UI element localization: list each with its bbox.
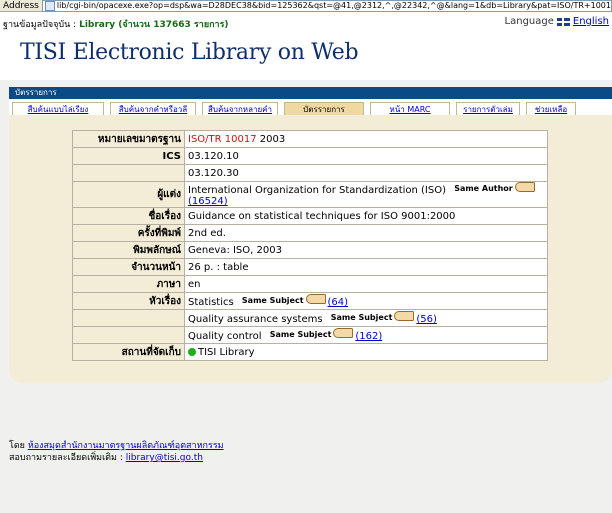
green-dot-icon — [188, 347, 196, 356]
edition-value: 2nd ed. — [185, 225, 547, 241]
address-url[interactable]: lib/cgi-bin/opacexe.exe?op=dsp&wa=D28DEC… — [57, 1, 611, 10]
current-database: ฐานข้อมูลปัจจุบัน : Library (จำนวน 13766… — [3, 17, 229, 31]
pointing-hand-icon[interactable] — [394, 311, 415, 321]
subject-text: Quality assurance systems — [188, 314, 323, 325]
address-label: Address — [3, 0, 39, 11]
publication-label: พิมพลักษณ์ — [73, 242, 184, 258]
language-label: Language — [504, 16, 554, 27]
author-count-link[interactable]: (16524) — [188, 196, 228, 207]
publication-value: Geneva: ISO, 2003 — [185, 242, 547, 258]
ics-value-2: 03.120.30 — [185, 165, 547, 181]
language-value: en — [185, 276, 547, 292]
location-label: สถานที่จัดเก็บ — [73, 344, 184, 360]
tab-marc[interactable]: หน้า MARC — [370, 102, 450, 115]
footer-by-prefix: โดย — [9, 441, 25, 451]
subject-count-link[interactable]: (64) — [328, 297, 349, 308]
address-bar: Address lib/cgi-bin/opacexe.exe?op=dsp&w… — [0, 0, 612, 12]
std-iso: ISO — [188, 133, 206, 145]
ics-value-1: 03.120.10 — [185, 148, 547, 164]
same-subject-button[interactable]: Same Subject — [331, 313, 393, 322]
record-table: หมายเลขมาตรฐาน ISO/TR 10017 2003 ICS 03.… — [72, 130, 548, 361]
author-label: ผู้แต่ง — [73, 182, 184, 207]
location-text: TISI Library — [198, 346, 255, 358]
uk-flag-icon[interactable] — [556, 17, 570, 26]
subject-value-1: Statistics Same Subject (64) — [185, 293, 547, 309]
english-link[interactable]: English — [573, 16, 609, 27]
table-row: ICS 03.120.10 — [73, 148, 547, 164]
tab-multi-word[interactable]: สืบค้นจากหลายคำ — [202, 102, 278, 115]
std-value: ISO/TR 10017 2003 — [185, 131, 547, 147]
pointing-hand-icon[interactable] — [333, 328, 354, 338]
page-footer: โดย ห้องสมุดสำนักงานมาตรฐานผลิตภัณฑ์อุตส… — [9, 440, 224, 464]
tab-help[interactable]: ช่วยเหลือ — [526, 102, 576, 115]
subject-count-link[interactable]: (162) — [355, 331, 382, 342]
table-row: ผู้แต่ง International Organization for S… — [73, 182, 547, 207]
subject-text: Statistics — [188, 297, 234, 308]
edition-label: ครั้งที่พิมพ์ — [73, 225, 184, 241]
tab-record[interactable]: บัตรรายการ — [284, 102, 364, 115]
footer-contact: สอบถามรายละเอียดเพิ่มเติม : library@tisi… — [9, 452, 224, 464]
pointing-hand-icon[interactable] — [514, 182, 535, 192]
title-label: ชื่อเรื่อง — [73, 208, 184, 224]
page-icon — [44, 0, 55, 11]
db-name: Library (จำนวน 137663 รายการ) — [79, 20, 229, 30]
language-switcher: Language English — [505, 16, 609, 27]
language-field-label: ภาษา — [73, 276, 184, 292]
author-value: International Organization for Standardi… — [185, 182, 547, 207]
address-input[interactable]: lib/cgi-bin/opacexe.exe?op=dsp&wa=D28DEC… — [41, 0, 612, 12]
subject-value-3: Quality control Same Subject (162) — [185, 327, 547, 343]
title-value: Guidance on statistical techniques for I… — [185, 208, 547, 224]
subject-count-link[interactable]: (56) — [416, 314, 437, 325]
table-row: ภาษา en — [73, 276, 547, 292]
tab-browse[interactable]: สืบค้นแบบไล่เรียง — [12, 102, 104, 115]
nav-tabs: สืบค้นแบบไล่เรียง สืบค้นจากคำหรือวลี สืบ… — [9, 99, 612, 115]
email-link[interactable]: library@tisi.go.th — [126, 453, 203, 463]
subject-value-2: Quality assurance systems Same Subject (5… — [185, 310, 547, 326]
pages-value: 26 p. : table — [185, 259, 547, 275]
ics-label-empty — [73, 165, 184, 181]
location-value: TISI Library — [185, 344, 547, 360]
subject-label-empty — [73, 327, 184, 343]
subject-text: Quality control — [188, 331, 262, 342]
table-row: Quality assurance systems Same Subject (5… — [73, 310, 547, 326]
table-row: หมายเลขมาตรฐาน ISO/TR 10017 2003 — [73, 131, 547, 147]
footer-by: โดย ห้องสมุดสำนักงานมาตรฐานผลิตภัณฑ์อุตส… — [9, 440, 224, 452]
ics-label: ICS — [73, 148, 184, 164]
footer-contact-prefix: สอบถามรายละเอียดเพิ่มเติม : — [9, 453, 123, 463]
subject-label-empty — [73, 310, 184, 326]
db-prefix: ฐานข้อมูลปัจจุบัน : — [3, 20, 77, 30]
same-subject-button[interactable]: Same Subject — [242, 296, 304, 305]
tab-keyword[interactable]: สืบค้นจากคำหรือวลี — [110, 102, 196, 115]
table-row: ชื่อเรื่อง Guidance on statistical techn… — [73, 208, 547, 224]
table-row: Quality control Same Subject (162) — [73, 327, 547, 343]
table-row: พิมพลักษณ์ Geneva: ISO, 2003 — [73, 242, 547, 258]
table-row: 03.120.30 — [73, 165, 547, 181]
subject-label: หัวเรื่อง — [73, 293, 184, 309]
pages-label: จำนวนหน้า — [73, 259, 184, 275]
std-tr: TR 10017 — [208, 133, 257, 145]
std-label: หมายเลขมาตรฐาน — [73, 131, 184, 147]
table-row: สถานที่จัดเก็บ TISI Library — [73, 344, 547, 360]
table-row: หัวเรื่อง Statistics Same Subject (64) — [73, 293, 547, 309]
library-link[interactable]: ห้องสมุดสำนักงานมาตรฐานผลิตภัณฑ์อุตสาหกร… — [28, 441, 224, 451]
site-title: TISI Electronic Library on Web — [20, 40, 359, 65]
std-year: 2003 — [259, 133, 286, 145]
pointing-hand-icon[interactable] — [305, 294, 326, 304]
section-bar: บัตรรายการ — [9, 87, 612, 99]
table-row: จำนวนหน้า 26 p. : table — [73, 259, 547, 275]
same-subject-button[interactable]: Same Subject — [270, 330, 332, 339]
tab-items[interactable]: รายการตัวเล่ม — [456, 102, 520, 115]
table-row: ครั้งที่พิมพ์ 2nd ed. — [73, 225, 547, 241]
same-author-button[interactable]: Same Author — [454, 184, 513, 193]
author-text: International Organization for Standardi… — [188, 185, 446, 196]
